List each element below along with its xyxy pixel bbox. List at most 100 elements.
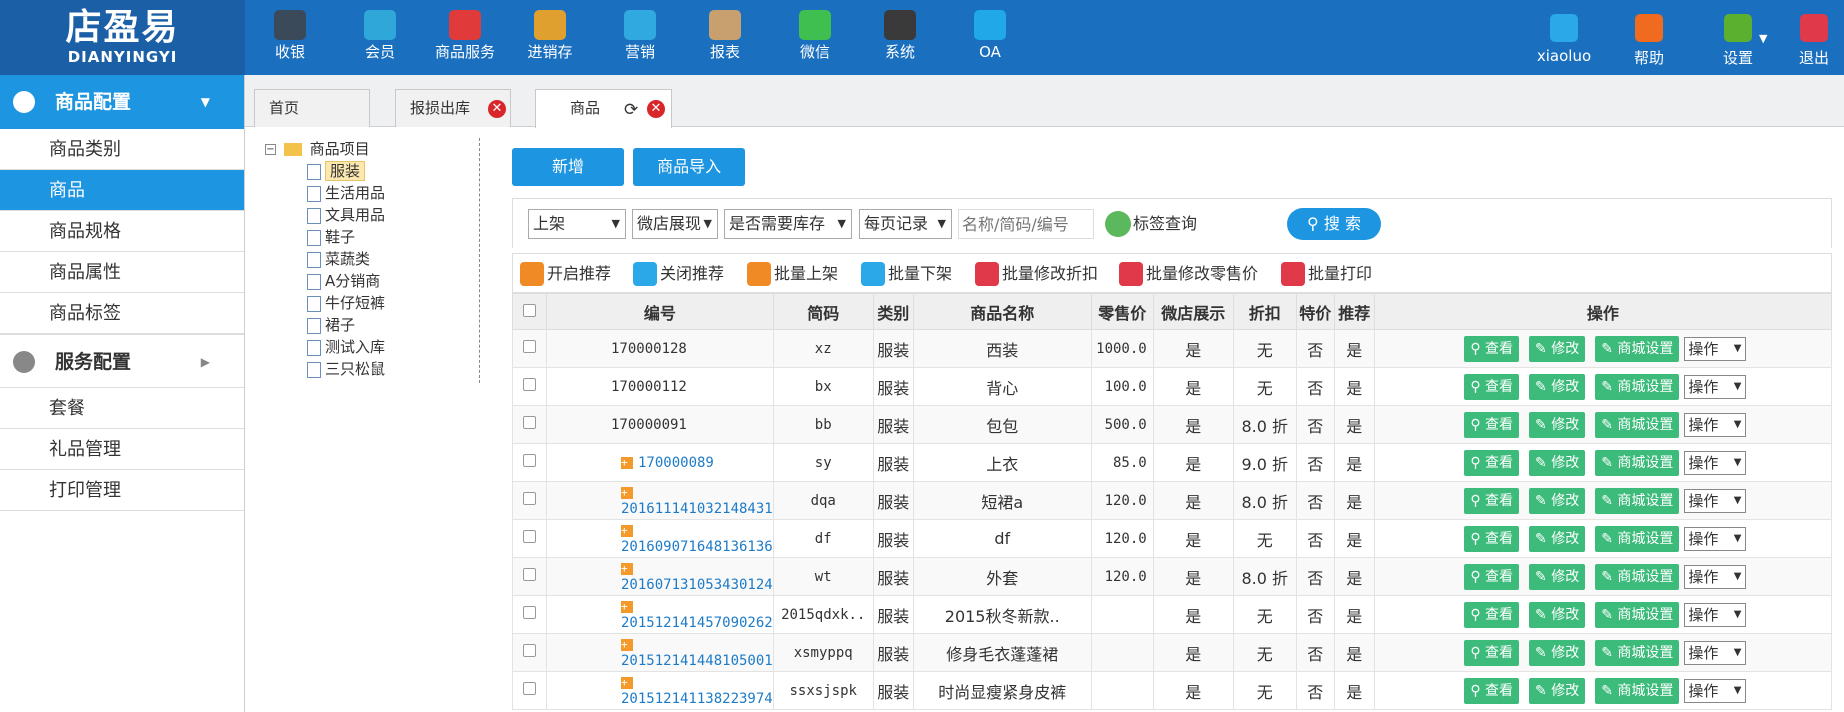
table-row[interactable]: 170000112 bx 服装 背心 100.0 是无否是 ⚲ 查看 ✎ 修改 ✎ 商城设置 操作…	[512, 367, 1833, 406]
sidebar-item[interactable]: 礼品管理	[0, 429, 244, 470]
operation-select[interactable]: 操作 ▼	[1684, 564, 1747, 589]
mall-settings-button[interactable]: ✎ 商城设置	[1595, 601, 1680, 628]
table-row[interactable]: +201512141138223974 ssxsjspk 服装 时尚显瘦紧身皮裤 是无否…	[512, 671, 1833, 710]
row-checkbox[interactable]	[523, 568, 536, 581]
table-row[interactable]: +201607131053430124 wt 服装 外套 120.0 是 8.0 折否是 ⚲ …	[512, 557, 1833, 596]
cell-checkbox[interactable]	[512, 443, 547, 482]
header-item-2[interactable]: 设置 ▼	[1698, 0, 1778, 75]
operation-select[interactable]: 操作 ▼	[1684, 450, 1747, 475]
cell-checkbox[interactable]	[512, 367, 547, 406]
operation-select[interactable]: 操作 ▼	[1684, 374, 1747, 399]
sidebar-section-service-config[interactable]: 服务配置 ▶	[0, 334, 244, 388]
expand-icon[interactable]: +	[621, 676, 633, 689]
search-input[interactable]	[958, 209, 1094, 239]
expand-icon[interactable]: +	[621, 562, 633, 575]
display-select[interactable]: 微店展现 ▼	[632, 209, 718, 239]
expand-icon[interactable]: +	[621, 456, 633, 469]
cell-checkbox[interactable]	[512, 329, 547, 368]
expand-icon[interactable]: +	[621, 524, 633, 537]
select-all-checkbox[interactable]	[523, 304, 536, 317]
sidebar-item[interactable]: 商品属性	[0, 252, 244, 293]
header-item-1[interactable]: 帮助	[1609, 0, 1689, 75]
cell-checkbox[interactable]	[512, 633, 547, 672]
edit-button[interactable]: ✎ 修改	[1529, 525, 1586, 552]
mall-settings-button[interactable]: ✎ 商城设置	[1595, 677, 1680, 704]
expand-icon[interactable]: +	[621, 600, 633, 613]
brand-logo[interactable]: 店盈易 DIANYINGYI	[0, 0, 245, 75]
nav-item-5[interactable]: 报表	[680, 0, 770, 75]
tag-query-button[interactable]: 标签查询	[1105, 211, 1197, 237]
sidebar-item[interactable]: 商品规格	[0, 211, 244, 252]
operation-select[interactable]: 操作 ▼	[1684, 412, 1747, 437]
toolbar-button[interactable]: 批量上架	[747, 262, 838, 286]
operation-select[interactable]: 操作 ▼	[1684, 640, 1747, 665]
cell-checkbox[interactable]	[512, 557, 547, 596]
operation-select[interactable]: 操作 ▼	[1684, 678, 1747, 703]
operation-select[interactable]: 操作 ▼	[1684, 488, 1747, 513]
tab-home[interactable]: 首页	[254, 89, 370, 127]
mall-settings-button[interactable]: ✎ 商城设置	[1595, 411, 1680, 438]
edit-button[interactable]: ✎ 修改	[1529, 411, 1586, 438]
tree-node[interactable]: 测试入库	[265, 336, 479, 358]
mall-settings-button[interactable]: ✎ 商城设置	[1595, 373, 1680, 400]
search-button[interactable]: ⚲ 搜 索	[1287, 208, 1381, 240]
status-select[interactable]: 上架 ▼	[528, 209, 626, 239]
operation-select[interactable]: 操作 ▼	[1684, 602, 1747, 627]
header-item-0[interactable]: xiaoluo	[1524, 0, 1604, 75]
stock-select[interactable]: 是否需要库存 ▼	[724, 209, 852, 239]
table-row[interactable]: +201609071648136136 df 服装 df 120.0 是无否是 ⚲ 查看 ✎ …	[512, 519, 1833, 558]
sidebar-item[interactable]: 商品	[0, 170, 244, 211]
edit-button[interactable]: ✎ 修改	[1529, 601, 1586, 628]
edit-button[interactable]: ✎ 修改	[1529, 487, 1586, 514]
tree-node[interactable]: 裙子	[265, 314, 479, 336]
tab-product[interactable]: 商品 ⟳ ✕	[535, 89, 672, 128]
mall-settings-button[interactable]: ✎ 商城设置	[1595, 449, 1680, 476]
mall-settings-button[interactable]: ✎ 商城设置	[1595, 639, 1680, 666]
edit-button[interactable]: ✎ 修改	[1529, 563, 1586, 590]
cell-checkbox[interactable]	[512, 405, 547, 444]
tree-node[interactable]: 鞋子	[265, 226, 479, 248]
row-checkbox[interactable]	[523, 378, 536, 391]
code-link[interactable]: 201607131053430124	[621, 577, 773, 593]
tree-node[interactable]: 菜蔬类	[265, 248, 479, 270]
operation-select[interactable]: 操作 ▼	[1684, 336, 1747, 361]
row-checkbox[interactable]	[523, 340, 536, 353]
collapse-icon[interactable]: −	[265, 144, 276, 155]
table-row[interactable]: +201512141457090262 2015qdxk.. 服装 2015秋冬新款.…	[512, 595, 1833, 634]
nav-item-7[interactable]: 系统	[855, 0, 945, 75]
cell-checkbox[interactable]	[512, 595, 547, 634]
view-button[interactable]: ⚲ 查看	[1464, 601, 1520, 628]
nav-item-6[interactable]: 微信	[770, 0, 860, 75]
sidebar-item[interactable]: 商品标签	[0, 293, 244, 334]
toolbar-button[interactable]: 批量修改零售价	[1119, 262, 1258, 286]
table-row[interactable]: +201512141448105001 xsmyppq 服装 修身毛衣蓬蓬裙是无否是 ⚲…	[512, 633, 1833, 672]
code-link[interactable]: 201611141032148431	[621, 501, 773, 517]
refresh-icon[interactable]: ⟳	[624, 92, 638, 128]
edit-button[interactable]: ✎ 修改	[1529, 639, 1586, 666]
select-all-header[interactable]	[512, 293, 547, 330]
row-checkbox[interactable]	[523, 416, 536, 429]
per-page-select[interactable]: 每页记录 ▼	[859, 209, 952, 239]
view-button[interactable]: ⚲ 查看	[1464, 411, 1520, 438]
view-button[interactable]: ⚲ 查看	[1464, 525, 1520, 552]
mall-settings-button[interactable]: ✎ 商城设置	[1595, 487, 1680, 514]
operation-select[interactable]: 操作 ▼	[1684, 526, 1747, 551]
mall-settings-button[interactable]: ✎ 商城设置	[1595, 563, 1680, 590]
view-button[interactable]: ⚲ 查看	[1464, 373, 1520, 400]
view-button[interactable]: ⚲ 查看	[1464, 563, 1520, 590]
nav-item-4[interactable]: 营销	[595, 0, 685, 75]
code-link[interactable]: 201609071648136136	[621, 539, 773, 555]
table-row[interactable]: 170000091 bb 服装 包包 500.0 是 8.0 折否是 ⚲ 查看 ✎ 修改 ✎ 商城…	[512, 405, 1833, 444]
header-item-3[interactable]: 退出	[1784, 0, 1844, 75]
mall-settings-button[interactable]: ✎ 商城设置	[1595, 525, 1680, 552]
cell-checkbox[interactable]	[512, 519, 547, 558]
expand-icon[interactable]: +	[621, 486, 633, 499]
view-button[interactable]: ⚲ 查看	[1464, 487, 1520, 514]
nav-item-1[interactable]: 会员	[335, 0, 425, 75]
edit-button[interactable]: ✎ 修改	[1529, 677, 1586, 704]
table-row[interactable]: +201611141032148431 dqa 服装 短裙a 120.0 是 8.0 折否是…	[512, 481, 1833, 520]
code-link[interactable]: 201512141457090262	[621, 615, 773, 631]
table-row[interactable]: 170000128 xz 服装 西装 1000.0 是无否是 ⚲ 查看 ✎ 修改 ✎ 商城设置操…	[512, 329, 1833, 368]
tree-node[interactable]: 文具用品	[265, 204, 479, 226]
tree-node[interactable]: 牛仔短裤	[265, 292, 479, 314]
